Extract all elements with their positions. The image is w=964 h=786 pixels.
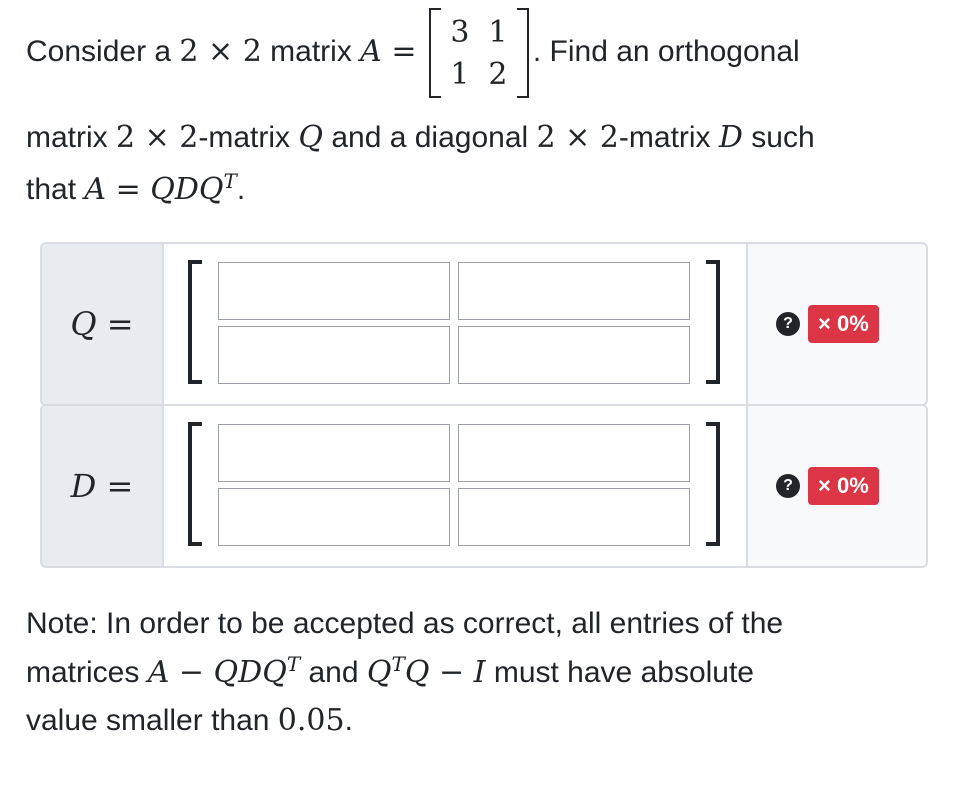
matrix-a-entry: 1 [488, 14, 508, 50]
var-d: D [718, 120, 743, 155]
prompt-text: such [742, 121, 815, 154]
row-label-d: D = [42, 406, 164, 566]
d-entry-22[interactable] [458, 488, 690, 546]
superscript-t: T [286, 652, 301, 676]
prompt-text: matrix [26, 121, 116, 154]
note-text: must have absolute [485, 656, 754, 689]
prompt-matrix-word: matrix [261, 34, 361, 68]
prompt-dim: 2 × 2 [116, 120, 199, 155]
var-a: A [360, 33, 382, 69]
note-expression: Q [366, 655, 392, 690]
note-line-1: Note: In order to be accepted as correct… [26, 607, 784, 640]
q-entry-11[interactable] [218, 262, 450, 320]
score-badge: × 0% [808, 467, 879, 505]
q-entry-12[interactable] [458, 262, 690, 320]
score-badge: × 0% [808, 305, 879, 343]
note-line-3: value smaller than 0.05. [26, 697, 926, 745]
prompt-text: and a diagonal [323, 121, 537, 154]
matrix-a-entry: 2 [488, 56, 508, 92]
superscript-t: T [391, 652, 405, 676]
row-status-d: ? × 0% [748, 406, 926, 566]
d-entry-11[interactable] [218, 424, 450, 482]
prompt-intro: Consider a [26, 34, 180, 68]
note-paragraph: Note: In order to be accepted as correct… [26, 600, 926, 745]
prompt-text: -matrix [198, 121, 299, 154]
prompt-dim: 2 × 2 [179, 33, 262, 69]
d-entry-12[interactable] [458, 424, 690, 482]
prompt-dim: 2 × 2 [536, 120, 619, 155]
prompt-text: that [26, 173, 85, 206]
note-text: . [344, 704, 353, 737]
prompt-line-2: matrix 2 × 2-matrix Q and a diagonal 2 ×… [26, 118, 815, 157]
row-label-q: Q = [42, 244, 164, 404]
help-icon[interactable]: ? [776, 474, 800, 498]
var-q: Q [298, 120, 323, 155]
right-bracket-icon [516, 8, 529, 98]
equals-sign: = [381, 33, 417, 69]
right-bracket-icon [706, 260, 720, 384]
answer-row-d: D = ? × 0% [40, 404, 928, 568]
note-expression: A − QDQ [147, 655, 287, 690]
row-status-q: ? × 0% [748, 244, 926, 404]
q-entry-22[interactable] [458, 326, 690, 384]
left-bracket-icon [188, 260, 202, 384]
left-bracket-icon [188, 422, 202, 546]
q-entry-21[interactable] [218, 326, 450, 384]
matrix-input-d [164, 406, 748, 566]
matrix-a-entry: 3 [450, 14, 470, 50]
prompt-find-text: . Find an orthogonal [532, 34, 800, 68]
note-text: value smaller than [26, 704, 278, 737]
left-bracket-icon [428, 8, 441, 98]
prompt-text: -matrix [618, 121, 719, 154]
help-icon[interactable]: ? [776, 312, 800, 336]
note-text: and [300, 656, 367, 689]
prompt-text: . [236, 173, 246, 206]
answer-row-q: Q = ? × 0% [40, 242, 928, 406]
matrix-a: 3 1 1 2 [428, 8, 529, 98]
note-text: matrices [26, 656, 148, 689]
matrix-input-q [164, 244, 748, 404]
right-bracket-icon [706, 422, 720, 546]
tolerance-value: 0.05 [277, 703, 345, 738]
note-expression: Q − I [404, 655, 486, 690]
equation-a-qdqt: A = QDQ [84, 172, 224, 207]
prompt-line-3: that A = QDQT. [26, 168, 245, 209]
prompt-line-1: Consider a 2 × 2 matrix A = 3 1 1 2 . Fi… [26, 8, 800, 98]
d-entry-21[interactable] [218, 488, 450, 546]
note-line-2: matrices A − QDQT and QTQ − I must have … [26, 648, 926, 697]
matrix-a-entry: 1 [450, 56, 470, 92]
superscript-t: T [223, 169, 237, 193]
